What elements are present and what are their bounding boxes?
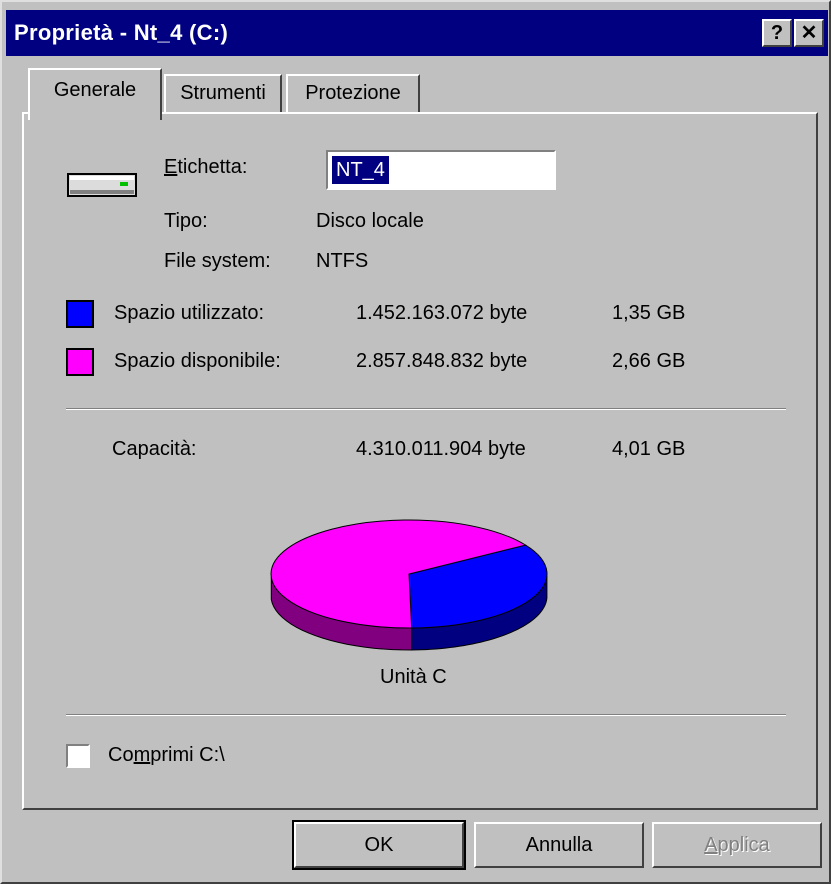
capacity-label: Capacità: xyxy=(112,438,197,460)
used-space-swatch xyxy=(66,300,94,328)
free-space-size: 2,66 GB xyxy=(612,350,686,372)
free-space-swatch xyxy=(66,348,94,376)
used-space-size: 1,35 GB xyxy=(612,302,686,324)
label-caption: Etichetta: xyxy=(164,156,248,178)
filesystem-value: NTFS xyxy=(316,250,369,272)
divider-top xyxy=(66,408,786,410)
disk-usage-pie-chart xyxy=(270,519,548,651)
compress-label[interactable]: Comprimi C:\ xyxy=(108,744,225,767)
window-title: Proprietà - Nt_4 (C:) xyxy=(14,20,229,45)
type-value: Disco locale xyxy=(316,210,424,232)
tab-protezione-label: Protezione xyxy=(305,82,401,104)
apply-button[interactable]: Applica xyxy=(652,822,822,868)
cancel-button[interactable]: Annulla xyxy=(474,822,644,868)
tab-panel-generale: Etichetta: NT_4 Tipo: Disco locale File … xyxy=(22,112,818,810)
capacity-size: 4,01 GB xyxy=(612,438,686,460)
drive-label-input[interactable]: NT_4 xyxy=(326,150,556,190)
title-bar[interactable]: Proprietà - Nt_4 (C:) ? ✕ xyxy=(6,10,828,56)
pie-chart-title: Unità C xyxy=(380,666,447,688)
help-button[interactable]: ? xyxy=(762,19,792,47)
filesystem-caption: File system: xyxy=(164,250,271,272)
drive-label-value: NT_4 xyxy=(332,156,389,184)
used-space-label: Spazio utilizzato: xyxy=(114,302,265,324)
tab-protezione[interactable]: Protezione xyxy=(286,74,420,114)
free-space-bytes: 2.857.848.832 byte xyxy=(356,350,528,372)
tab-generale-label: Generale xyxy=(53,79,137,101)
tab-strumenti-label: Strumenti xyxy=(180,82,266,104)
ok-button[interactable]: OK xyxy=(292,820,466,870)
free-space-label: Spazio disponibile: xyxy=(114,350,281,372)
close-button[interactable]: ✕ xyxy=(794,19,824,47)
properties-dialog: Proprietà - Nt_4 (C:) ? ✕ Generale Strum… xyxy=(0,0,831,884)
compress-checkbox[interactable] xyxy=(66,744,90,768)
tab-generale[interactable]: Generale xyxy=(28,68,162,120)
hard-drive-icon xyxy=(67,173,137,197)
divider-bottom xyxy=(66,714,786,716)
type-caption: Tipo: xyxy=(164,210,208,232)
tab-strumenti[interactable]: Strumenti xyxy=(164,74,282,114)
capacity-bytes: 4.310.011.904 byte xyxy=(356,438,526,460)
used-space-bytes: 1.452.163.072 byte xyxy=(356,302,528,324)
